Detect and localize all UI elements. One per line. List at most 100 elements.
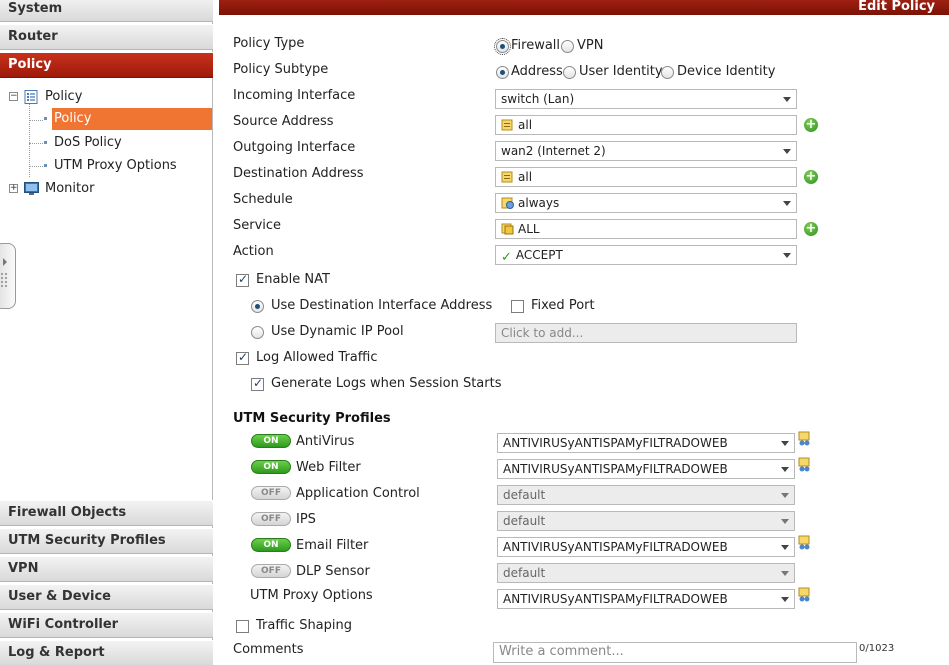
application-control-profile-value: default [503, 488, 546, 502]
nav-vpn[interactable]: VPN [0, 556, 213, 582]
tree-item-utm-proxy-options[interactable]: UTM Proxy Options [44, 155, 204, 177]
policy-subtype-label: Policy Subtype [233, 62, 329, 77]
action-label: Action [233, 244, 274, 259]
nav-firewall-objects[interactable]: Firewall Objects [0, 500, 213, 526]
email-filter-profile-select[interactable]: ANTIVIRUSyANTISPAMyFILTRADOWEB [497, 537, 795, 557]
application-control-toggle[interactable]: OFF [251, 486, 291, 500]
incoming-interface-select[interactable]: switch (Lan) [495, 89, 797, 109]
chevron-down-icon [783, 149, 791, 154]
schedule-label: Schedule [233, 192, 293, 207]
comments-textarea[interactable]: Write a comment... [493, 642, 857, 663]
sidebar-collapse-handle[interactable] [0, 243, 16, 309]
chevron-down-icon [783, 253, 791, 258]
web-filter-profile-select[interactable]: ANTIVIRUSyANTISPAMyFILTRADOWEB [497, 459, 795, 479]
antivirus-profile-select[interactable]: ANTIVIRUSyANTISPAMyFILTRADOWEB [497, 433, 795, 453]
nav-system[interactable]: System [0, 0, 213, 22]
ips-toggle[interactable]: OFF [251, 512, 291, 526]
subtype-device-identity-radio[interactable] [661, 66, 674, 79]
dlp-sensor-profile-select[interactable]: default [497, 563, 795, 583]
web-filter-profile-value: ANTIVIRUSyANTISPAMyFILTRADOWEB [503, 462, 728, 476]
policy-type-firewall-label: Firewall [511, 38, 561, 53]
enable-nat-checkbox[interactable] [236, 272, 249, 287]
edit-profile-icon[interactable] [797, 535, 812, 550]
email-filter-toggle[interactable]: ON [251, 538, 291, 552]
use-destination-interface-radio[interactable] [251, 300, 264, 313]
chevron-down-icon [781, 493, 789, 498]
nav-wifi-controller[interactable]: WiFi Controller [0, 612, 213, 638]
nav-router[interactable]: Router [0, 24, 213, 50]
use-dynamic-ip-pool-radio[interactable] [251, 326, 264, 339]
chevron-down-icon [781, 467, 789, 472]
tree-item-label: DoS Policy [54, 135, 122, 150]
tree-item-label: Policy [45, 89, 83, 104]
add-source-address-icon[interactable]: + [804, 118, 818, 132]
service-field[interactable]: ALL [495, 219, 797, 239]
policy-list-icon [24, 90, 38, 104]
dlp-sensor-profile-value: default [503, 566, 546, 580]
subtype-address-radio[interactable] [496, 66, 509, 79]
schedule-value: always [518, 196, 560, 210]
nav-policy[interactable]: Policy [0, 52, 213, 78]
outgoing-interface-select[interactable]: wan2 (Internet 2) [495, 141, 797, 161]
action-select[interactable]: ✓ ACCEPT [495, 245, 797, 265]
chevron-down-icon [781, 571, 789, 576]
generate-logs-checkbox[interactable] [251, 376, 264, 391]
nav-user-device[interactable]: User & Device [0, 584, 213, 610]
subtype-address-label: Address [511, 64, 563, 79]
utm-proxy-options-label: UTM Proxy Options [250, 588, 373, 603]
dlp-sensor-toggle[interactable]: OFF [251, 564, 291, 578]
sidebar: System Router Policy − Policy Policy DoS… [0, 0, 213, 665]
utm-proxy-options-select[interactable]: ANTIVIRUSyANTISPAMyFILTRADOWEB [497, 589, 795, 609]
outgoing-interface-value: wan2 (Internet 2) [501, 144, 606, 158]
policy-type-firewall-radio[interactable] [494, 38, 511, 55]
chevron-down-icon [781, 545, 789, 550]
antivirus-label: AntiVirus [296, 434, 355, 449]
traffic-shaping-label: Traffic Shaping [256, 618, 353, 633]
bullet-icon [44, 141, 47, 144]
policy-type-label: Policy Type [233, 36, 305, 51]
antivirus-profile-value: ANTIVIRUSyANTISPAMyFILTRADOWEB [503, 436, 728, 450]
add-destination-address-icon[interactable]: + [804, 170, 818, 184]
use-dynamic-ip-pool-label: Use Dynamic IP Pool [271, 324, 404, 339]
generate-logs-label: Generate Logs when Session Starts [271, 376, 502, 391]
web-filter-toggle[interactable]: ON [251, 460, 291, 474]
ips-profile-select[interactable]: default [497, 511, 795, 531]
enable-nat-label: Enable NAT [256, 272, 330, 287]
ip-pool-field[interactable]: Click to add... [495, 323, 797, 343]
application-control-profile-select[interactable]: default [497, 485, 795, 505]
outgoing-interface-label: Outgoing Interface [233, 140, 356, 155]
edit-profile-icon[interactable] [797, 431, 812, 446]
destination-address-field[interactable]: all [495, 167, 797, 187]
tree-item-label: UTM Proxy Options [54, 158, 177, 173]
chevron-down-icon [781, 597, 789, 602]
schedule-select[interactable]: always [495, 193, 797, 213]
edit-profile-icon[interactable] [797, 457, 812, 472]
policy-type-vpn-radio[interactable] [561, 40, 574, 53]
edit-profile-icon[interactable] [797, 587, 812, 602]
use-destination-interface-label: Use Destination Interface Address [271, 298, 493, 313]
fixed-port-checkbox[interactable] [511, 300, 524, 313]
tree-item-monitor[interactable]: + Monitor [8, 178, 208, 200]
incoming-interface-label: Incoming Interface [233, 88, 356, 103]
tree-item-policy[interactable]: Policy [44, 108, 212, 130]
nav-utm-security-profiles[interactable]: UTM Security Profiles [0, 528, 213, 554]
traffic-shaping-checkbox[interactable] [236, 620, 249, 633]
page-title: Edit Policy [219, 0, 949, 15]
tree-item-label: Policy [54, 111, 92, 126]
subtype-device-identity-label: Device Identity [677, 64, 776, 79]
schedule-clock-icon [501, 197, 514, 209]
action-value: ACCEPT [515, 248, 563, 262]
source-address-field[interactable]: all [495, 115, 797, 135]
tree-item-policy-root[interactable]: − Policy [8, 86, 208, 108]
collapse-minus-icon[interactable]: − [9, 92, 18, 101]
antivirus-toggle[interactable]: ON [251, 434, 291, 448]
address-icon [501, 119, 513, 131]
fixed-port-label: Fixed Port [531, 298, 595, 313]
log-allowed-traffic-label: Log Allowed Traffic [256, 350, 378, 365]
tree-item-dos-policy[interactable]: DoS Policy [44, 132, 204, 154]
add-service-icon[interactable]: + [804, 222, 818, 236]
subtype-user-identity-radio[interactable] [563, 66, 576, 79]
nav-log-report[interactable]: Log & Report [0, 640, 213, 665]
expand-plus-icon[interactable]: + [9, 184, 18, 193]
log-allowed-traffic-checkbox[interactable] [236, 350, 249, 365]
